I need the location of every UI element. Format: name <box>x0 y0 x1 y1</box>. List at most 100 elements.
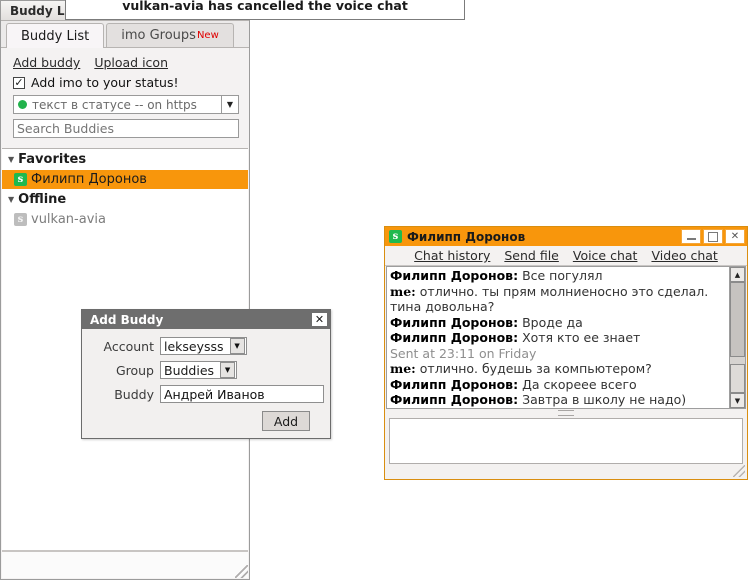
chat-message: me: отлично. будешь за компьютером? <box>390 361 726 377</box>
add-button[interactable]: Add <box>262 411 310 431</box>
group-value: Buddies <box>164 362 215 378</box>
add-buddy-title: Add Buddy <box>90 312 164 327</box>
add-buddy-button-row: Add <box>88 409 320 431</box>
message-text: Все погулял <box>518 268 603 283</box>
chat-window-title: Филипп Доронов <box>407 229 526 244</box>
skype-badge-icon: s <box>14 213 27 226</box>
status-combobox[interactable]: текст в статусе -- on https ▼ <box>13 95 239 114</box>
status-row: текст в статусе -- on https ▼ <box>1 93 249 116</box>
buddy-row-filipp-doronov[interactable]: s Филипп Доронов <box>2 170 248 189</box>
buddy-name-input[interactable] <box>160 385 324 403</box>
tab-buddy-list[interactable]: Buddy List <box>6 23 105 48</box>
message-sender: me: <box>390 283 416 299</box>
resize-grip-handle[interactable] <box>235 565 248 578</box>
scroll-up-icon[interactable]: ▲ <box>730 267 745 282</box>
chat-log-container: Филипп Доронов: Все погулял me: отлично.… <box>386 266 746 409</box>
buddy-name: vulkan-avia <box>31 212 106 227</box>
close-icon[interactable]: ✕ <box>725 229 745 244</box>
message-sender: Филипп Доронов: <box>390 314 519 330</box>
chat-message: Филипп Доронов: Вроде да <box>390 315 726 331</box>
add-buddy-dialog: Add Buddy ✕ Account lekseysss ▼ Group Bu… <box>81 309 331 439</box>
account-select[interactable]: lekseysss ▼ <box>160 337 247 355</box>
chat-message-input[interactable] <box>389 418 743 464</box>
group-select[interactable]: Buddies ▼ <box>160 361 238 379</box>
account-field-row: Account lekseysss ▼ <box>88 337 320 355</box>
scrollbar-thumb[interactable] <box>730 282 745 358</box>
chat-timestamp: Sent at 23:11 on Friday <box>390 345 537 361</box>
chat-resize-grip[interactable] <box>733 465 745 477</box>
chat-log-scrollbar[interactable]: ▲ ▼ <box>729 267 745 408</box>
tabstrip: Buddy List imo Groups New <box>1 21 249 48</box>
minimize-icon[interactable] <box>681 229 701 244</box>
video-chat-link[interactable]: Video chat <box>651 248 717 263</box>
chevron-down-icon[interactable]: ▼ <box>229 338 245 354</box>
send-file-link[interactable]: Send file <box>504 248 559 263</box>
main-window-title: Buddy L <box>10 3 65 18</box>
chat-window: s Филипп Доронов ✕ Chat history Send fil… <box>384 226 748 480</box>
chat-titlebar[interactable]: s Филипп Доронов ✕ <box>385 227 747 246</box>
triangle-down-icon: ▼ <box>8 194 15 204</box>
splitter-grip-icon <box>558 410 574 416</box>
add-imo-status-row[interactable]: ✓ Add imo to your status! <box>1 72 249 93</box>
message-sender: Филипп Доронов: <box>390 330 519 345</box>
chat-message: Филипп Доронов: Хотя кто ее знает <box>390 330 726 346</box>
action-links: Add buddy Upload icon <box>1 48 249 72</box>
message-sender: me: <box>390 361 416 376</box>
add-buddy-body: Account lekseysss ▼ Group Buddies ▼ Budd… <box>82 329 330 431</box>
close-icon[interactable]: ✕ <box>311 312 328 327</box>
online-status-dot <box>18 100 27 109</box>
chat-log[interactable]: Филипп Доронов: Все погулял me: отлично.… <box>387 267 729 408</box>
buddy-row-vulkan-avia[interactable]: s vulkan-avia <box>2 210 248 229</box>
add-buddy-link[interactable]: Add buddy <box>13 55 80 70</box>
add-imo-status-label: Add imo to your status! <box>31 75 179 90</box>
search-input[interactable] <box>13 119 239 138</box>
buddy-name: Филипп Доронов <box>31 172 147 187</box>
chat-toolbar: Chat history Send file Voice chat Video … <box>385 246 747 266</box>
group-name-offline: Offline <box>18 192 67 207</box>
buddy-list-window: Buddy L Buddy List imo Groups New Add bu… <box>0 0 250 580</box>
chat-message: me: отлично. ты прям молниеносно это сде… <box>390 284 726 315</box>
skype-badge-icon: s <box>389 230 402 243</box>
voice-chat-link[interactable]: Voice chat <box>573 248 638 263</box>
buddy-list-panel: Add buddy Upload icon ✓ Add imo to your … <box>1 48 249 144</box>
tab-imo-groups-label: imo Groups <box>121 28 196 43</box>
add-buddy-titlebar[interactable]: Add Buddy ✕ <box>82 310 330 329</box>
chat-message: Филипп Доронов: Завтра в школу не надо) <box>390 392 726 408</box>
scrollbar-thumb-lower[interactable] <box>730 364 745 393</box>
message-text: отлично. будешь за компьютером? <box>415 361 652 376</box>
screen: Buddy L Buddy List imo Groups New Add bu… <box>0 0 748 580</box>
maximize-icon[interactable] <box>703 229 723 244</box>
group-name-favorites: Favorites <box>18 152 87 167</box>
tab-imo-groups[interactable]: imo Groups New <box>106 23 234 47</box>
tab-buddy-list-label: Buddy List <box>21 28 90 44</box>
group-field-row: Group Buddies ▼ <box>88 361 320 379</box>
chat-splitter[interactable] <box>385 410 747 416</box>
message-text: отлично. ты прям молниеносно это сделал.… <box>390 283 709 315</box>
group-header-offline[interactable]: ▼ Offline <box>2 189 248 210</box>
chat-history-link[interactable]: Chat history <box>414 248 490 263</box>
scroll-down-icon[interactable]: ▼ <box>730 393 745 408</box>
message-text: Да скореее всего <box>518 376 637 392</box>
skype-badge-icon: s <box>14 173 27 186</box>
main-window-footer <box>2 551 248 578</box>
message-text: Завтра в школу не надо) <box>518 392 687 407</box>
upload-icon-link[interactable]: Upload icon <box>94 55 168 70</box>
add-imo-status-checkbox[interactable]: ✓ <box>13 76 25 89</box>
scrollbar-track[interactable] <box>730 282 745 393</box>
message-text: Хотя кто ее знает <box>518 330 641 345</box>
notification-text: vulkan-avia has cancelled the voice chat <box>122 0 408 13</box>
new-badge: New <box>196 30 219 41</box>
chevron-down-icon[interactable]: ▼ <box>220 362 236 378</box>
message-sender: Филипп Доронов: <box>390 392 519 407</box>
chat-message: Филипп Доронов: Все погулял <box>390 268 726 284</box>
triangle-down-icon: ▼ <box>8 154 15 164</box>
chevron-down-icon[interactable]: ▼ <box>221 96 238 113</box>
message-sender: Филипп Доронов: <box>390 376 519 392</box>
account-value: lekseysss <box>164 338 224 354</box>
window-controls: ✕ <box>681 229 747 244</box>
buddy-field-row: Buddy <box>88 385 324 403</box>
status-text: текст в статусе -- on https <box>32 97 197 112</box>
chat-message: Филипп Доронов: Да скореее всего <box>390 377 726 393</box>
group-header-favorites[interactable]: ▼ Favorites <box>2 149 248 170</box>
voice-chat-notification[interactable]: vulkan-avia has cancelled the voice chat <box>65 0 465 20</box>
